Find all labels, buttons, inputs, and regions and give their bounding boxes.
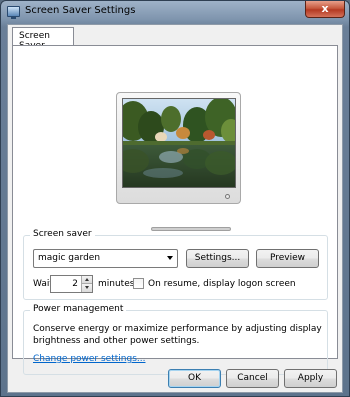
screen-saver-group-label: Screen saver (30, 229, 95, 239)
wait-minutes-stepper[interactable]: 2 (50, 275, 93, 293)
screen-saver-select[interactable]: magic garden (33, 249, 178, 268)
close-button[interactable]: x (305, 1, 345, 18)
screen-saver-selected-value: magic garden (38, 253, 101, 263)
dialog-client-area: Screen Saver (7, 24, 343, 393)
settings-button[interactable]: Settings... (186, 249, 249, 268)
screen-saver-settings-window: Screen Saver Settings x Screen Saver (0, 0, 350, 397)
power-button-icon (225, 194, 230, 199)
screen-saver-group: Screen saver magic garden Settings... Pr… (23, 229, 328, 300)
chevron-down-icon (167, 256, 173, 260)
monitor-preview (116, 92, 241, 231)
ok-button[interactable]: OK (168, 369, 221, 388)
tab-screen-saver[interactable]: Screen Saver (12, 27, 74, 51)
window-title: Screen Saver Settings (25, 5, 136, 16)
apply-button[interactable]: Apply (284, 369, 337, 388)
power-management-group-label: Power management (30, 304, 127, 314)
power-management-group: Power management Conserve energy or maxi… (23, 304, 328, 375)
power-description: Conserve energy or maximize performance … (33, 324, 322, 346)
screen-saver-tab-panel: Screen saver magic garden Settings... Pr… (12, 45, 338, 375)
wait-minutes-value: 2 (72, 279, 78, 289)
spin-down-icon[interactable] (81, 284, 92, 292)
garden-preview-image (123, 99, 235, 187)
cancel-button[interactable]: Cancel (226, 369, 279, 388)
monitor-icon (7, 6, 20, 19)
change-power-settings-link[interactable]: Change power settings... (33, 354, 145, 364)
resume-logon-checkbox[interactable] (133, 278, 144, 289)
monitor-base (151, 227, 231, 231)
title-bar[interactable]: Screen Saver Settings x (1, 1, 349, 23)
minutes-label: minutes (98, 279, 135, 289)
spin-up-icon[interactable] (81, 276, 92, 284)
resume-logon-label[interactable]: On resume, display logon screen (148, 279, 296, 289)
preview-button[interactable]: Preview (256, 249, 319, 268)
preview-screen (122, 98, 236, 188)
